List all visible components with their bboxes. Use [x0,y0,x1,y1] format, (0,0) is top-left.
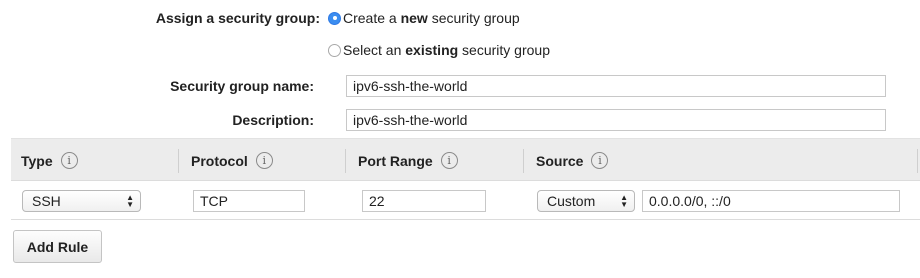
info-icon[interactable]: i [440,152,458,169]
radio-selected-icon[interactable] [328,11,341,25]
column-header-source: Source i [536,139,609,182]
info-icon[interactable]: i [591,152,609,169]
rule-type-value: SSH [32,193,61,209]
column-divider [178,149,179,173]
description-label: Description: [232,112,314,128]
radio-select-existing-group[interactable]: Select an existing security group [328,42,550,58]
info-icon[interactable]: i [60,152,78,169]
rule-protocol-input[interactable]: TCP [193,190,305,212]
rule-port-range-input[interactable]: 22 [362,190,486,212]
radio-unselected-icon[interactable] [328,43,341,57]
description-input[interactable]: ipv6-ssh-the-world [346,109,886,131]
rule-source-input[interactable]: 0.0.0.0/0, ::/0 [642,190,900,212]
column-header-protocol: Protocol i [191,139,273,182]
column-header-port-range: Port Range i [358,139,458,182]
select-arrows-icon: ▲ ▼ [126,193,134,209]
add-rule-button[interactable]: Add Rule [13,230,102,263]
radio-create-new-group[interactable]: Create a new security group [328,10,520,26]
rule-row-divider [11,219,920,220]
column-divider [345,149,346,173]
info-icon[interactable]: i [255,152,273,169]
rule-source-select[interactable]: Custom ▲ ▼ [537,190,635,212]
security-group-name-input[interactable]: ipv6-ssh-the-world [346,75,886,97]
column-divider [917,149,918,173]
rule-source-mode-value: Custom [547,193,596,209]
column-header-type: Type i [21,139,78,182]
column-divider [523,149,524,173]
rules-table-header: Type i Protocol i Port Range i Source i [11,138,920,181]
assign-security-group-label: Assign a security group: [155,10,320,26]
security-group-name-label: Security group name: [170,78,314,94]
radio-create-new-label: Create a new security group [343,10,520,26]
select-arrows-icon: ▲ ▼ [620,193,628,209]
rule-type-select[interactable]: SSH ▲ ▼ [22,190,141,212]
radio-select-existing-label: Select an existing security group [343,42,550,58]
